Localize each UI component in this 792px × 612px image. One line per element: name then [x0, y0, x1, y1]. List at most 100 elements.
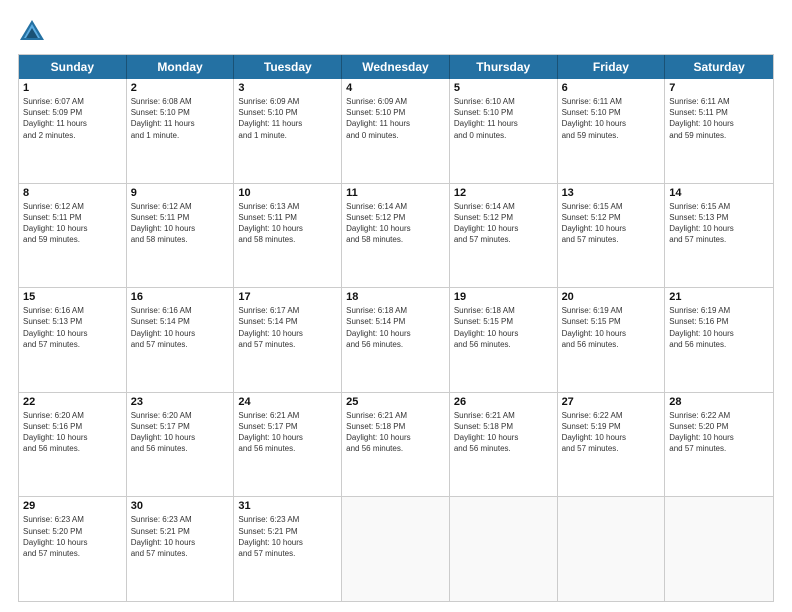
day-info: Sunrise: 6:18 AMSunset: 5:15 PMDaylight:… — [454, 305, 553, 350]
calendar-row-2: 8Sunrise: 6:12 AMSunset: 5:11 PMDaylight… — [19, 184, 773, 289]
day-number: 29 — [23, 500, 122, 512]
day-info: Sunrise: 6:08 AMSunset: 5:10 PMDaylight:… — [131, 96, 230, 141]
day-info: Sunrise: 6:21 AMSunset: 5:17 PMDaylight:… — [238, 410, 337, 455]
day-number: 11 — [346, 187, 445, 199]
calendar-body: 1 Sunrise: 6:07 AMSunset: 5:09 PMDaylight… — [19, 79, 773, 601]
header-day-monday: Monday — [127, 55, 235, 79]
day-cell-1: 1 Sunrise: 6:07 AMSunset: 5:09 PMDaylight… — [19, 79, 127, 183]
day-info: Sunrise: 6:13 AMSunset: 5:11 PMDaylight:… — [238, 201, 337, 246]
day-number: 22 — [23, 396, 122, 408]
day-number: 18 — [346, 291, 445, 303]
day-cell-20: 20 Sunrise: 6:19 AMSunset: 5:15 PMDayligh… — [558, 288, 666, 392]
calendar: SundayMondayTuesdayWednesdayThursdayFrid… — [18, 54, 774, 602]
day-cell-2: 2 Sunrise: 6:08 AMSunset: 5:10 PMDaylight… — [127, 79, 235, 183]
day-cell-24: 24 Sunrise: 6:21 AMSunset: 5:17 PMDayligh… — [234, 393, 342, 497]
day-info: Sunrise: 6:09 AMSunset: 5:10 PMDaylight:… — [238, 96, 337, 141]
day-cell-29: 29 Sunrise: 6:23 AMSunset: 5:20 PMDayligh… — [19, 497, 127, 601]
day-info: Sunrise: 6:19 AMSunset: 5:15 PMDaylight:… — [562, 305, 661, 350]
day-cell-11: 11 Sunrise: 6:14 AMSunset: 5:12 PMDayligh… — [342, 184, 450, 288]
header-day-sunday: Sunday — [19, 55, 127, 79]
day-number: 23 — [131, 396, 230, 408]
day-cell-9: 9 Sunrise: 6:12 AMSunset: 5:11 PMDaylight… — [127, 184, 235, 288]
logo-icon — [18, 18, 46, 46]
day-cell-18: 18 Sunrise: 6:18 AMSunset: 5:14 PMDayligh… — [342, 288, 450, 392]
day-cell-12: 12Sunrise: 6:14 AMSunset: 5:12 PMDayligh… — [450, 184, 558, 288]
day-number: 27 — [562, 396, 661, 408]
day-info: Sunrise: 6:12 AMSunset: 5:11 PMDaylight:… — [23, 201, 122, 246]
day-info: Sunrise: 6:20 AMSunset: 5:17 PMDaylight:… — [131, 410, 230, 455]
day-number: 10 — [238, 187, 337, 199]
day-number: 7 — [669, 82, 769, 94]
day-info: Sunrise: 6:21 AMSunset: 5:18 PMDaylight:… — [454, 410, 553, 455]
page: SundayMondayTuesdayWednesdayThursdayFrid… — [0, 0, 792, 612]
day-info: Sunrise: 6:18 AMSunset: 5:14 PMDaylight:… — [346, 305, 445, 350]
day-info: Sunrise: 6:11 AMSunset: 5:10 PMDaylight:… — [562, 96, 661, 141]
day-number: 31 — [238, 500, 337, 512]
day-cell-23: 23 Sunrise: 6:20 AMSunset: 5:17 PMDayligh… — [127, 393, 235, 497]
day-number: 3 — [238, 82, 337, 94]
day-number: 21 — [669, 291, 769, 303]
day-number: 26 — [454, 396, 553, 408]
calendar-header: SundayMondayTuesdayWednesdayThursdayFrid… — [19, 55, 773, 79]
calendar-row-1: 1 Sunrise: 6:07 AMSunset: 5:09 PMDaylight… — [19, 79, 773, 184]
logo — [18, 18, 50, 46]
day-info: Sunrise: 6:14 AMSunset: 5:12 PMDaylight:… — [454, 201, 553, 246]
day-cell-10: 10 Sunrise: 6:13 AMSunset: 5:11 PMDayligh… — [234, 184, 342, 288]
day-info: Sunrise: 6:22 AMSunset: 5:20 PMDaylight:… — [669, 410, 769, 455]
header-day-thursday: Thursday — [450, 55, 558, 79]
day-number: 19 — [454, 291, 553, 303]
day-cell-14: 14Sunrise: 6:15 AMSunset: 5:13 PMDayligh… — [665, 184, 773, 288]
day-cell-30: 30Sunrise: 6:23 AMSunset: 5:21 PMDayligh… — [127, 497, 235, 601]
day-number: 6 — [562, 82, 661, 94]
empty-cell — [450, 497, 558, 601]
day-number: 16 — [131, 291, 230, 303]
day-cell-31: 31 Sunrise: 6:23 AMSunset: 5:21 PMDayligh… — [234, 497, 342, 601]
day-info: Sunrise: 6:11 AMSunset: 5:11 PMDaylight:… — [669, 96, 769, 141]
day-number: 2 — [131, 82, 230, 94]
day-cell-19: 19 Sunrise: 6:18 AMSunset: 5:15 PMDayligh… — [450, 288, 558, 392]
day-info: Sunrise: 6:23 AMSunset: 5:20 PMDaylight:… — [23, 514, 122, 559]
day-number: 1 — [23, 82, 122, 94]
day-cell-6: 6 Sunrise: 6:11 AMSunset: 5:10 PMDaylight… — [558, 79, 666, 183]
header-day-friday: Friday — [558, 55, 666, 79]
day-info: Sunrise: 6:12 AMSunset: 5:11 PMDaylight:… — [131, 201, 230, 246]
day-cell-8: 8Sunrise: 6:12 AMSunset: 5:11 PMDaylight… — [19, 184, 127, 288]
day-number: 24 — [238, 396, 337, 408]
day-info: Sunrise: 6:21 AMSunset: 5:18 PMDaylight:… — [346, 410, 445, 455]
empty-cell — [665, 497, 773, 601]
day-number: 25 — [346, 396, 445, 408]
day-info: Sunrise: 6:16 AMSunset: 5:14 PMDaylight:… — [131, 305, 230, 350]
header-day-tuesday: Tuesday — [234, 55, 342, 79]
day-number: 4 — [346, 82, 445, 94]
day-info: Sunrise: 6:14 AMSunset: 5:12 PMDaylight:… — [346, 201, 445, 246]
empty-cell — [558, 497, 666, 601]
day-info: Sunrise: 6:23 AMSunset: 5:21 PMDaylight:… — [131, 514, 230, 559]
day-cell-3: 3 Sunrise: 6:09 AMSunset: 5:10 PMDaylight… — [234, 79, 342, 183]
day-cell-15: 15 Sunrise: 6:16 AMSunset: 5:13 PMDayligh… — [19, 288, 127, 392]
day-cell-21: 21Sunrise: 6:19 AMSunset: 5:16 PMDayligh… — [665, 288, 773, 392]
day-number: 20 — [562, 291, 661, 303]
day-info: Sunrise: 6:22 AMSunset: 5:19 PMDaylight:… — [562, 410, 661, 455]
day-number: 15 — [23, 291, 122, 303]
day-number: 17 — [238, 291, 337, 303]
empty-cell — [342, 497, 450, 601]
day-number: 13 — [562, 187, 661, 199]
day-info: Sunrise: 6:20 AMSunset: 5:16 PMDaylight:… — [23, 410, 122, 455]
calendar-row-4: 22 Sunrise: 6:20 AMSunset: 5:16 PMDayligh… — [19, 393, 773, 498]
day-number: 9 — [131, 187, 230, 199]
day-cell-17: 17 Sunrise: 6:17 AMSunset: 5:14 PMDayligh… — [234, 288, 342, 392]
day-info: Sunrise: 6:16 AMSunset: 5:13 PMDaylight:… — [23, 305, 122, 350]
day-info: Sunrise: 6:07 AMSunset: 5:09 PMDaylight:… — [23, 96, 122, 141]
day-cell-22: 22 Sunrise: 6:20 AMSunset: 5:16 PMDayligh… — [19, 393, 127, 497]
day-info: Sunrise: 6:23 AMSunset: 5:21 PMDaylight:… — [238, 514, 337, 559]
header — [18, 18, 774, 46]
day-info: Sunrise: 6:17 AMSunset: 5:14 PMDaylight:… — [238, 305, 337, 350]
day-cell-27: 27 Sunrise: 6:22 AMSunset: 5:19 PMDayligh… — [558, 393, 666, 497]
day-cell-26: 26 Sunrise: 6:21 AMSunset: 5:18 PMDayligh… — [450, 393, 558, 497]
day-cell-28: 28Sunrise: 6:22 AMSunset: 5:20 PMDayligh… — [665, 393, 773, 497]
day-cell-13: 13 Sunrise: 6:15 AMSunset: 5:12 PMDayligh… — [558, 184, 666, 288]
day-info: Sunrise: 6:15 AMSunset: 5:12 PMDaylight:… — [562, 201, 661, 246]
calendar-row-3: 15 Sunrise: 6:16 AMSunset: 5:13 PMDayligh… — [19, 288, 773, 393]
calendar-row-5: 29 Sunrise: 6:23 AMSunset: 5:20 PMDayligh… — [19, 497, 773, 601]
day-info: Sunrise: 6:10 AMSunset: 5:10 PMDaylight:… — [454, 96, 553, 141]
